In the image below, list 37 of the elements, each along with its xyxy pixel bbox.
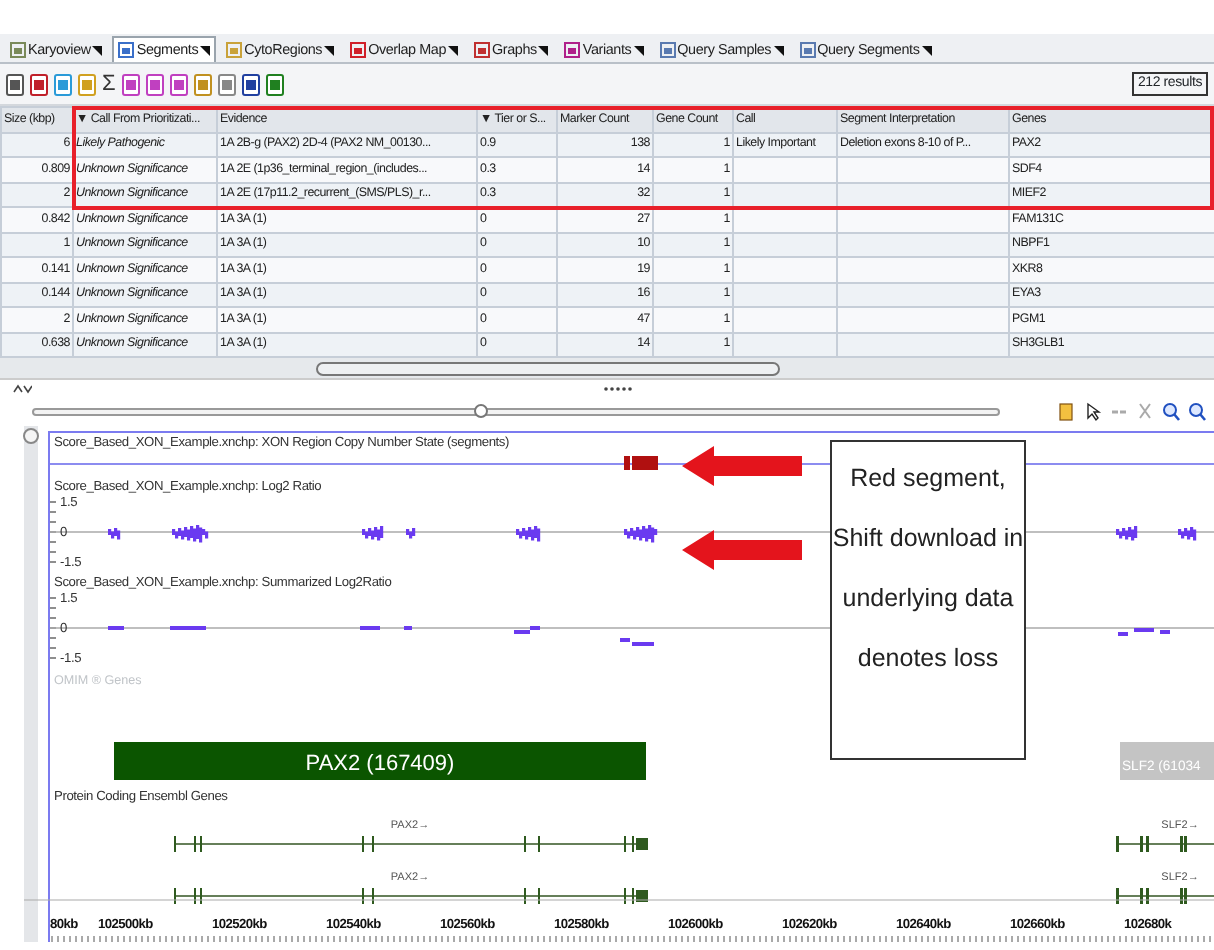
collapse-icon[interactable]	[12, 384, 32, 394]
y-axis-ticks	[49, 501, 57, 563]
dropdown-icon[interactable]	[921, 45, 932, 55]
tab-icon	[564, 42, 581, 58]
dropdown-icon[interactable]	[633, 45, 644, 55]
arrow	[682, 446, 802, 486]
scrollbar-thumb[interactable]	[316, 362, 780, 376]
track-handle-icon[interactable]	[23, 428, 39, 444]
zoom-in-icon[interactable]	[1162, 402, 1180, 422]
zoom-slider-track[interactable]	[32, 408, 1000, 416]
tab-icon	[350, 42, 367, 58]
dropdown-icon[interactable]	[200, 45, 211, 55]
dropdown-icon[interactable]	[448, 45, 459, 55]
gene-bar[interactable]	[114, 742, 646, 780]
pencil-icon[interactable]	[1058, 402, 1076, 422]
loss-segment	[624, 456, 658, 470]
slider-thumb[interactable]	[473, 404, 488, 418]
y-axis-ticks	[49, 597, 57, 659]
splitter-grip-icon[interactable]	[603, 386, 631, 392]
tab-icon	[226, 42, 243, 58]
zoom-out-icon[interactable]	[1188, 402, 1206, 422]
tab-icon	[118, 42, 135, 58]
annotation-callout: Red segment, Shift download in underlying data denotes loss	[830, 440, 1026, 760]
dropdown-icon[interactable]	[92, 45, 103, 55]
dropdown-icon[interactable]	[773, 45, 784, 55]
tab-icon	[474, 42, 491, 58]
gene-label: PAX2 (167409)	[305, 752, 455, 776]
arrow	[682, 530, 802, 570]
dropdown-icon[interactable]	[324, 45, 335, 55]
sum-button[interactable]: Σ	[102, 73, 116, 95]
transcript-drawing	[1115, 888, 1214, 904]
tab-icon	[659, 42, 676, 58]
pointer-icon[interactable]	[1084, 402, 1102, 422]
tab-icon	[10, 42, 26, 58]
transcript-drawing	[1115, 836, 1214, 852]
tab-icon	[799, 42, 816, 58]
dropdown-icon[interactable]	[538, 45, 549, 55]
